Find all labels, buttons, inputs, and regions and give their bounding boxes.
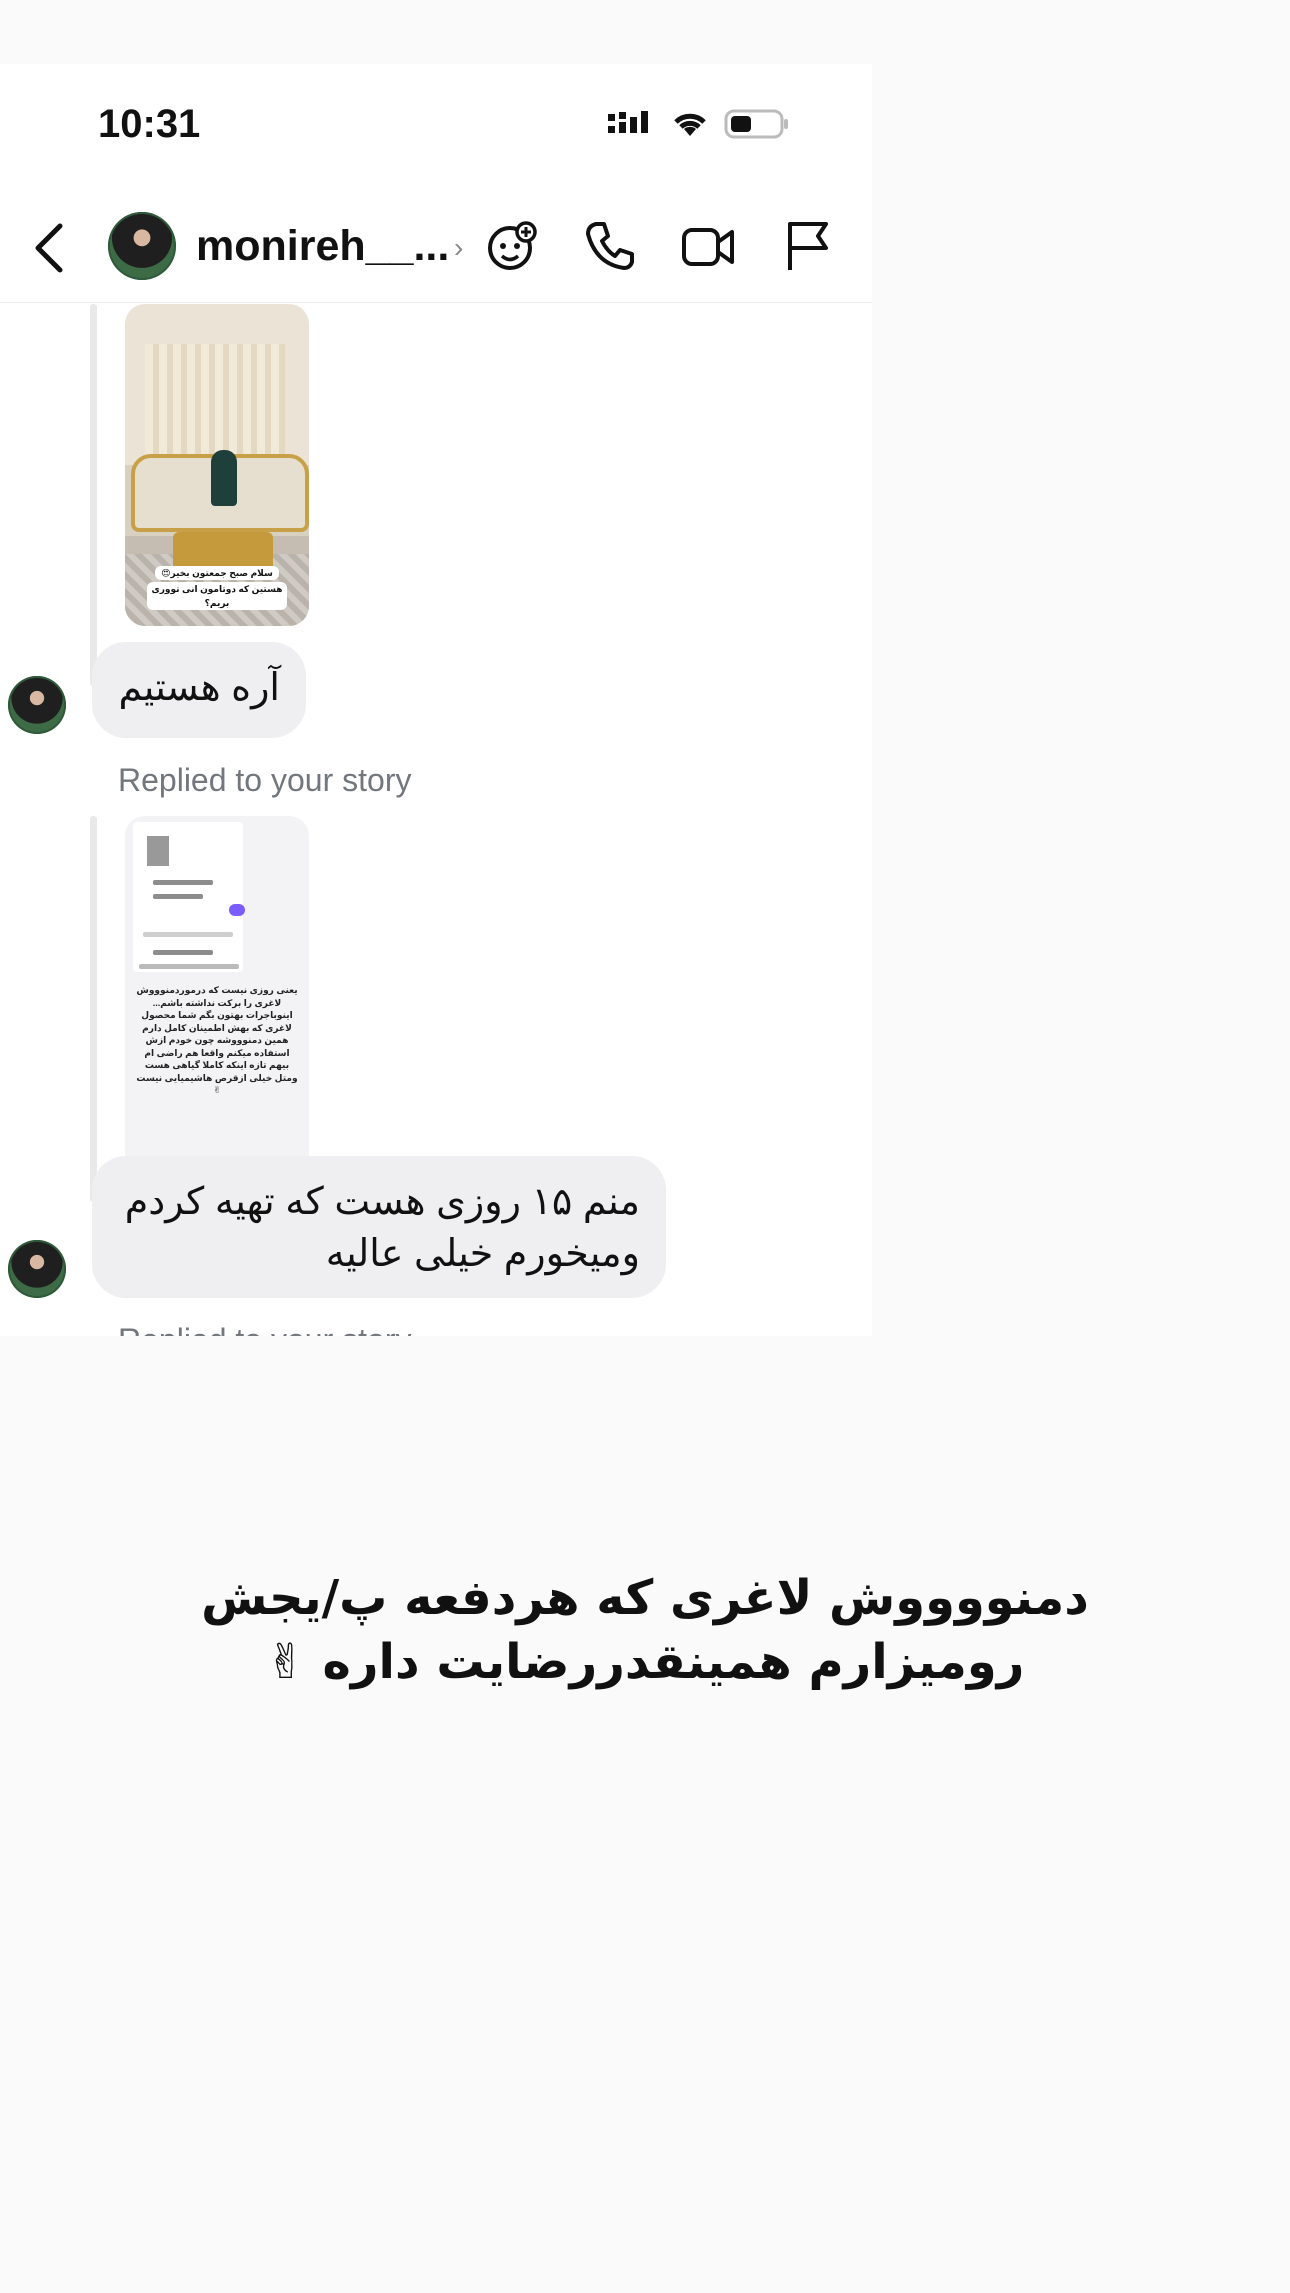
flag-icon[interactable] bbox=[780, 218, 836, 274]
battery-icon bbox=[724, 109, 788, 139]
story-embedded-screenshot bbox=[133, 822, 245, 972]
cellular-icon bbox=[608, 111, 648, 133]
story-photo-curtain bbox=[145, 344, 285, 464]
story-embedded-bubble bbox=[229, 904, 245, 916]
avatar[interactable] bbox=[108, 212, 176, 280]
story-embedded-text bbox=[143, 932, 233, 937]
back-icon[interactable] bbox=[30, 222, 70, 274]
story-embedded-text bbox=[153, 880, 213, 885]
status-time: 10:31 bbox=[98, 102, 201, 146]
story-thumbnail[interactable]: سلام صبح جمعتون بخیر😍 هستین که دوتامون ا… bbox=[125, 304, 309, 626]
chat-screenshot: 10:31 monireh__... › سلام صبح جمعتون بخی… bbox=[0, 64, 872, 1336]
message-bubble[interactable]: منم ۱۵ روزی هست که تهیه کردم ومیخورم خیل… bbox=[92, 1156, 666, 1298]
replied-to-story-label: Replied to your story bbox=[118, 1322, 411, 1336]
story-overlay-caption: دمنووووش لاغری که هردفعه پ/یجش رومیزارم … bbox=[200, 1566, 1090, 1694]
avatar[interactable] bbox=[8, 1240, 66, 1298]
reply-bar bbox=[90, 816, 97, 1202]
status-icons bbox=[608, 104, 790, 144]
chat-username[interactable]: monireh__... bbox=[196, 222, 449, 271]
chevron-right-icon[interactable]: › bbox=[454, 232, 463, 264]
status-bar: 10:31 bbox=[0, 64, 872, 192]
reply-bar bbox=[90, 304, 97, 686]
add-effect-icon[interactable] bbox=[484, 218, 540, 274]
caption-line-1: دمنووووش لاغری که هردفعه پ/یجش bbox=[201, 1570, 1089, 1626]
caption-line-2: رومیزارم همینقدررضایت داره ✌ bbox=[265, 1634, 1025, 1690]
story-photo-person bbox=[211, 450, 237, 506]
chat-header: monireh__... › bbox=[0, 192, 872, 303]
story-thumbnail[interactable]: یعنی روزی نیست که درموردمنوووش لاغری را … bbox=[125, 816, 309, 1202]
story-embedded-input bbox=[139, 964, 239, 969]
story-caption: سلام صبح جمعتون بخیر😍 هستین که دوتامون ا… bbox=[125, 566, 309, 610]
video-icon[interactable] bbox=[680, 218, 736, 274]
wifi-icon bbox=[674, 113, 706, 136]
replied-to-story-label: Replied to your story bbox=[118, 762, 412, 798]
story-embedded-text bbox=[153, 894, 203, 899]
story-embedded-image bbox=[147, 836, 169, 866]
story-text: یعنی روزی نیست که درموردمنوووش لاغری را … bbox=[136, 985, 298, 1095]
message-bubble[interactable]: آره هستیم bbox=[92, 642, 306, 738]
avatar[interactable] bbox=[8, 676, 66, 734]
phone-icon[interactable] bbox=[582, 218, 638, 274]
story-embedded-text bbox=[153, 950, 213, 955]
